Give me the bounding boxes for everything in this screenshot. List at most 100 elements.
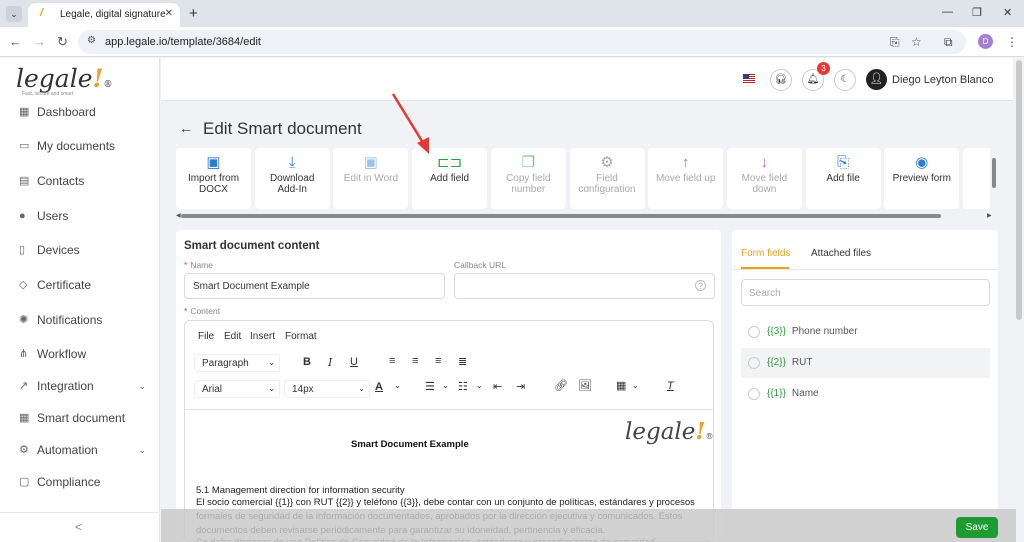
legale-logo[interactable]: legale!® (16, 64, 112, 93)
font-size-dropdown[interactable]: 14px ⌄ (284, 380, 370, 398)
menu-edit[interactable]: Edit (224, 331, 241, 342)
callback-url-input[interactable]: ? (454, 273, 715, 299)
sidebar-item-my-documents[interactable]: ▭ My documents (0, 132, 160, 160)
field-configuration-button[interactable]: ⚙ Field configuration (569, 148, 645, 209)
sidebar-item-certificate[interactable]: ◇ Certificate (0, 271, 160, 299)
bookmark-star-icon[interactable]: ☆ (911, 35, 922, 49)
user-avatar-icon[interactable]: 👤︎ (866, 69, 887, 90)
preview-form-button[interactable]: ◉ Preview form (884, 148, 960, 209)
back-arrow-icon[interactable]: ← (179, 120, 193, 136)
tab-attached-files[interactable]: Attached files (811, 248, 871, 259)
sidebar-item-devices[interactable]: ▯ Devices (0, 236, 160, 264)
radio-circle-icon[interactable] (748, 326, 760, 338)
underline-icon[interactable]: U (350, 356, 358, 368)
table-chevron-icon[interactable]: ⌄ (632, 381, 639, 390)
sidebar-item-dashboard[interactable]: ▦ Dashboard (0, 98, 160, 126)
sidebar-item-notifications[interactable]: ✺ Notifications (0, 306, 160, 334)
toolbar-horizontal-scrollbar[interactable]: ◀ ▶ (176, 212, 994, 219)
sidebar-item-automation[interactable]: ⚙ Automation ⌄ (0, 436, 160, 464)
reload-icon[interactable]: ↻ (57, 34, 68, 50)
block-format-dropdown[interactable]: Paragraph ⌄ (194, 354, 280, 372)
sidebar-item-integration[interactable]: ↗ Integration ⌄ (0, 372, 160, 400)
back-icon[interactable]: ← (9, 34, 22, 49)
radio-circle-icon[interactable] (748, 388, 760, 400)
headset-support-icon[interactable]: 🎧︎ (770, 69, 792, 91)
browser-menu-icon[interactable]: ⋮ (1006, 35, 1018, 49)
close-window-icon[interactable]: ✕ (1003, 6, 1012, 19)
restore-icon[interactable]: ❐ (972, 6, 982, 19)
scroll-left-icon[interactable]: ◀ (176, 212, 181, 219)
italic-icon[interactable]: I (328, 356, 332, 369)
sidebar-item-workflow[interactable]: ⋔ Workflow (0, 340, 160, 368)
user-name[interactable]: Diego Leyton Blanco (892, 74, 994, 86)
browser-tab[interactable]: / Legale, digital signature ✕ (28, 3, 180, 27)
collapse-sidebar-icon[interactable]: < (75, 520, 82, 534)
us-flag-icon[interactable] (743, 74, 755, 83)
top-header: 🎧︎ 🔔︎ 3 ☾ 👤︎ Diego Leyton Blanco (161, 58, 1013, 101)
smart-document-icon: ▦ (19, 412, 30, 424)
form-field-item[interactable]: {{3}} Phone number (741, 317, 990, 347)
tab-search-icon[interactable]: ⌄ (6, 6, 22, 22)
indent-icon[interactable]: ⇥ (516, 380, 525, 393)
dele-button[interactable]: 🗑︎Dele (963, 148, 990, 209)
tab-form-fields[interactable]: Form fields (741, 248, 790, 259)
table-icon[interactable]: ▦ (616, 379, 626, 392)
bold-icon[interactable]: B (303, 356, 311, 368)
numbered-list-icon[interactable]: ☷ (458, 380, 468, 393)
theme-toggle-icon[interactable]: ☾ (834, 69, 856, 91)
field-tag: {{2}} (767, 357, 786, 368)
align-center-icon[interactable]: ≡ (412, 355, 418, 367)
menu-format[interactable]: Format (285, 331, 317, 342)
extensions-icon[interactable]: ⧉ (944, 35, 953, 50)
form-field-item[interactable]: {{2}} RUT (741, 348, 990, 378)
site-info-icon[interactable]: ⚙ (87, 35, 96, 46)
link-icon[interactable]: 🔗︎ (554, 379, 568, 392)
scroll-right-icon[interactable]: ▶ (987, 212, 992, 219)
align-left-icon[interactable]: ≡ (389, 355, 395, 367)
menu-insert[interactable]: Insert (250, 331, 275, 342)
clear-format-icon[interactable]: T (667, 380, 674, 392)
install-app-icon[interactable]: ⎘ (890, 35, 900, 50)
numbered-list-chevron-icon[interactable]: ⌄ (476, 381, 483, 390)
move-field-down-button[interactable]: ↓ Move field down (726, 148, 802, 209)
download-icon: ⤓ (288, 154, 296, 171)
sidebar-item-users[interactable]: ● Users (0, 202, 160, 230)
search-input[interactable]: Search (741, 279, 990, 306)
document-text-line: El socio comercial {{1}} con RUT {{2}} y… (196, 497, 695, 508)
align-right-icon[interactable]: ≡ (435, 355, 441, 367)
save-button[interactable]: Save (956, 517, 998, 538)
copy-field-number-button[interactable]: ❐ Copy field number (490, 148, 566, 209)
sidebar-item-label: Contacts (37, 174, 85, 188)
menu-file[interactable]: File (198, 331, 214, 342)
toolbar-vertical-scrollbar[interactable] (992, 158, 996, 188)
text-color-icon[interactable]: A (375, 381, 383, 393)
image-icon[interactable]: 🖼︎ (578, 379, 592, 392)
radio-circle-icon[interactable] (748, 357, 760, 369)
sidebar-item-compliance[interactable]: ▢ Compliance (0, 468, 160, 496)
align-justify-icon[interactable]: ≣ (458, 355, 467, 368)
new-tab-icon[interactable]: + (189, 5, 198, 22)
move-field-up-button[interactable]: ↑ Move field up (648, 148, 724, 209)
text-color-chevron-icon[interactable]: ⌄ (394, 381, 401, 390)
bullet-list-icon[interactable]: ☰ (425, 380, 435, 393)
forward-icon[interactable]: → (33, 34, 46, 49)
outdent-icon[interactable]: ⇤ (493, 380, 502, 393)
download-add-in-button[interactable]: ⤓ Download Add-In (254, 148, 330, 209)
scrollbar-thumb[interactable] (181, 214, 941, 218)
chevron-down-icon: ⌄ (138, 445, 146, 455)
tab-close-icon[interactable]: ✕ (165, 8, 173, 19)
add-file-button[interactable]: ⎘ Add file (805, 148, 881, 209)
minimize-icon[interactable]: — (942, 6, 953, 18)
profile-avatar[interactable]: D (978, 34, 993, 49)
url-field[interactable]: ⚙ app.legale.io/template/3684/edit (78, 30, 966, 54)
sidebar-item-smart-document[interactable]: ▦ Smart document (0, 404, 160, 432)
font-family-dropdown[interactable]: Arial ⌄ (194, 380, 280, 398)
import-from-docx-button[interactable]: ▣ Import from DOCX (176, 148, 251, 209)
sidebar-item-label: Dashboard (37, 105, 96, 119)
name-input[interactable]: Smart Document Example (184, 273, 445, 299)
bullet-list-chevron-icon[interactable]: ⌄ (442, 381, 449, 390)
integration-icon: ↗ (19, 380, 29, 392)
page-scrollbar[interactable] (1016, 60, 1022, 320)
sidebar-item-contacts[interactable]: ▤ Contacts (0, 167, 160, 195)
form-field-item[interactable]: {{1}} Name (741, 379, 990, 409)
